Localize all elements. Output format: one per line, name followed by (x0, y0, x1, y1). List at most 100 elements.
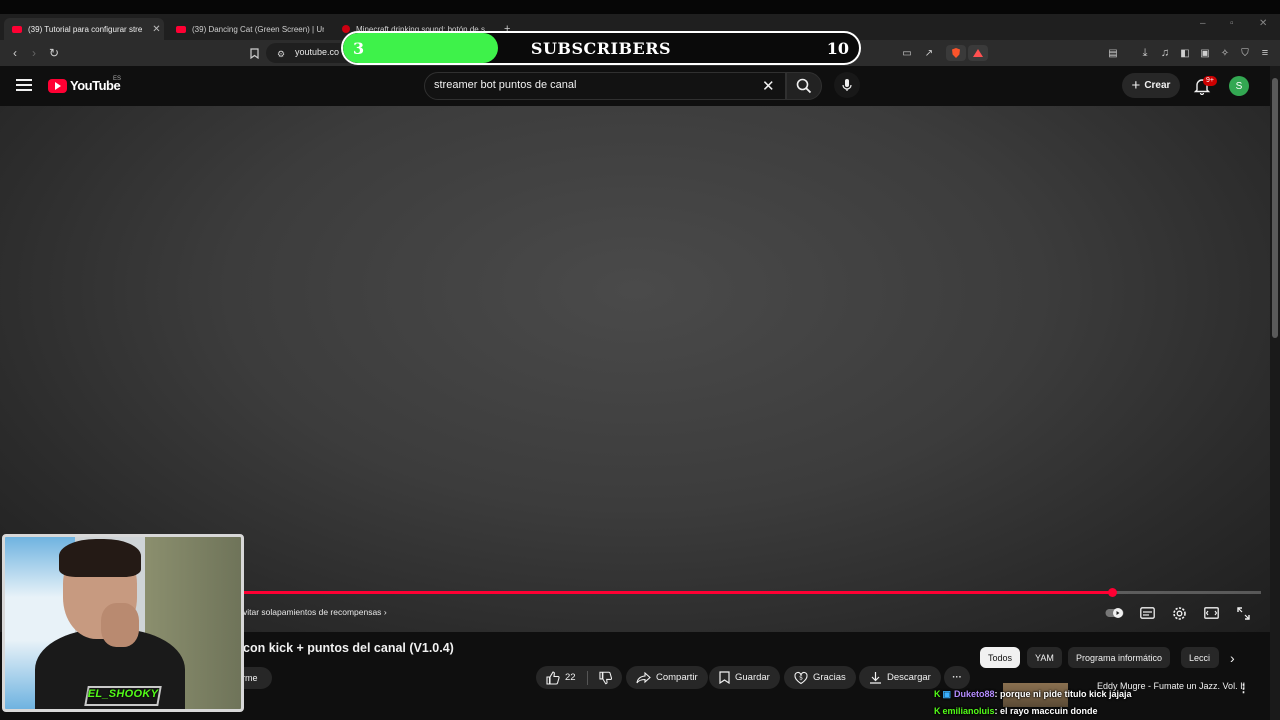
sidebar-icon[interactable]: ◧ (1177, 45, 1193, 61)
autoplay-toggle[interactable] (1105, 605, 1125, 621)
create-button[interactable]: + Crear (1122, 73, 1180, 98)
youtube-play-icon (48, 78, 67, 93)
screenshot-icon[interactable]: ▭ (899, 45, 915, 61)
video-progress-played (243, 591, 1113, 594)
chip-programa-informatico[interactable]: Programa informático (1068, 647, 1171, 668)
chevron-right-icon: › (383, 607, 387, 617)
recommendation-menu-icon[interactable]: ⋮ (1238, 682, 1249, 695)
share-button[interactable]: Compartir (626, 666, 708, 689)
media-icon[interactable]: ♫ (1157, 45, 1173, 61)
youtube-logo[interactable]: YouTube (48, 78, 121, 93)
microphone-icon (842, 79, 852, 91)
streamer-hair (59, 539, 141, 577)
theater-mode-button[interactable] (1203, 605, 1219, 621)
like-dislike-group: 22 (536, 666, 622, 689)
chip-yam[interactable]: YAM (1027, 647, 1062, 668)
video-title: con kick + puntos del canal (V1.0.4) (243, 641, 454, 655)
voice-search-button[interactable] (834, 72, 860, 98)
more-horizontal-icon: ··· (952, 672, 962, 683)
share-label: Compartir (656, 672, 698, 683)
super-thanks-icon: $ (794, 671, 808, 684)
chat-username: Duketo88 (954, 689, 995, 699)
page-favicon-icon (342, 25, 350, 33)
save-label: Guardar (735, 672, 770, 683)
chat-message: K ▣ Duketo88: porque ni pide titulo kick j… (934, 689, 1132, 700)
fullscreen-button[interactable] (1235, 605, 1251, 621)
vpn-icon[interactable]: ⛉ (1237, 45, 1253, 61)
thumbs-up-icon (546, 670, 560, 685)
notification-badge: 9+ (1203, 76, 1217, 86)
subscriber-current-count: 3 (353, 39, 365, 58)
search-icon (796, 78, 812, 94)
tab-label: (39) Tutorial para configurar stre (28, 24, 143, 34)
maximize-icon[interactable]: ▫ (1230, 18, 1234, 29)
kick-badge-icon: K (934, 706, 941, 716)
chat-username: emilianoluis (942, 706, 995, 716)
back-icon[interactable]: ‹ (7, 45, 23, 61)
rewards-icon[interactable] (968, 45, 988, 61)
bookmark-icon[interactable] (246, 45, 262, 61)
clear-search-icon[interactable]: ✕ (762, 77, 775, 95)
window-close-icon[interactable]: ✕ (1259, 18, 1267, 29)
settings-button[interactable] (1171, 605, 1187, 621)
save-button[interactable]: Guardar (709, 666, 780, 689)
downloads-icon[interactable]: ⤓ (1137, 45, 1153, 61)
menu-icon[interactable]: ≡ (1257, 45, 1273, 61)
page-scrollbar[interactable] (1270, 66, 1280, 720)
region-code: ES (113, 76, 122, 82)
subtitles-button[interactable] (1139, 605, 1155, 621)
chip-todos[interactable]: Todos (980, 647, 1021, 668)
search-button[interactable] (786, 72, 822, 100)
thanks-label: Gracias (813, 672, 846, 683)
video-progress-bar[interactable] (243, 588, 1261, 597)
download-button[interactable]: Descargar (859, 666, 941, 689)
subscriber-goal-overlay: SUBSCRIBERS 3 10 (341, 31, 861, 65)
autoplay-icon (1105, 608, 1124, 618)
svg-text:$: $ (799, 674, 803, 681)
chip-lecciones[interactable]: Lecci (1181, 647, 1219, 668)
chat-message: Kemilianoluis: el rayo maccuin donde (934, 706, 1098, 716)
share-icon (636, 671, 651, 683)
url-text: youtube.co (295, 47, 340, 57)
theater-icon (1203, 607, 1219, 619)
scrollbar-thumb[interactable] (1272, 78, 1278, 338)
tab-search-icon[interactable]: ▤ (1105, 45, 1121, 61)
create-label: Crear (1144, 80, 1171, 91)
subscriber-goal-count: 10 (826, 39, 849, 58)
chips-next-icon[interactable]: › (1222, 647, 1243, 668)
fullscreen-icon (1236, 606, 1250, 620)
chat-text: : el rayo maccuin donde (994, 706, 1098, 716)
bookmark-icon (719, 671, 730, 684)
like-divider (586, 670, 588, 685)
thanks-button[interactable]: $ Gracias (784, 666, 856, 689)
plus-icon: + (1131, 77, 1141, 94)
leo-ai-icon[interactable]: ✧ (1217, 45, 1233, 61)
subtitles-icon (1139, 607, 1155, 619)
tab-dancing-cat[interactable]: (39) Dancing Cat (Green Screen) | Un (168, 18, 324, 40)
minimize-icon[interactable]: – (1200, 18, 1206, 29)
guide-menu-icon[interactable] (16, 79, 32, 91)
wallet-icon[interactable]: ▣ (1197, 45, 1213, 61)
avatar[interactable]: S (1229, 76, 1249, 96)
chapter-title-text: vitar solapamientos de recompensas (243, 607, 382, 617)
subscriber-goal-label: SUBSCRIBERS (530, 39, 672, 58)
share-page-icon[interactable]: ↗ (921, 45, 937, 61)
close-tab-icon[interactable]: ✕ (152, 24, 160, 35)
webcam-name: EL_SHOOKY (87, 688, 159, 700)
chapter-title[interactable]: vitar solapamientos de recompensas › (243, 607, 387, 617)
tab-label: (39) Dancing Cat (Green Screen) | Un (192, 24, 324, 34)
gear-icon (1172, 606, 1186, 620)
reload-icon[interactable]: ↻ (46, 45, 62, 61)
like-count: 22 (565, 672, 576, 683)
tab-tutorial[interactable]: (39) Tutorial para configurar stre ✕ (4, 18, 164, 40)
site-settings-icon[interactable]: ⚙ (273, 46, 289, 62)
thumbs-down-icon[interactable] (598, 671, 612, 685)
forward-icon[interactable]: › (26, 45, 42, 61)
like-button[interactable]: 22 (546, 670, 576, 685)
download-label: Descargar (887, 672, 931, 683)
more-actions-button[interactable]: ··· (944, 666, 970, 689)
brave-shields-icon[interactable] (946, 45, 966, 61)
chat-text: : porque ni pide titulo kick jajaja (994, 689, 1132, 699)
kick-badge-icon: K (934, 689, 941, 699)
sub-badge-icon: ▣ (942, 689, 952, 699)
